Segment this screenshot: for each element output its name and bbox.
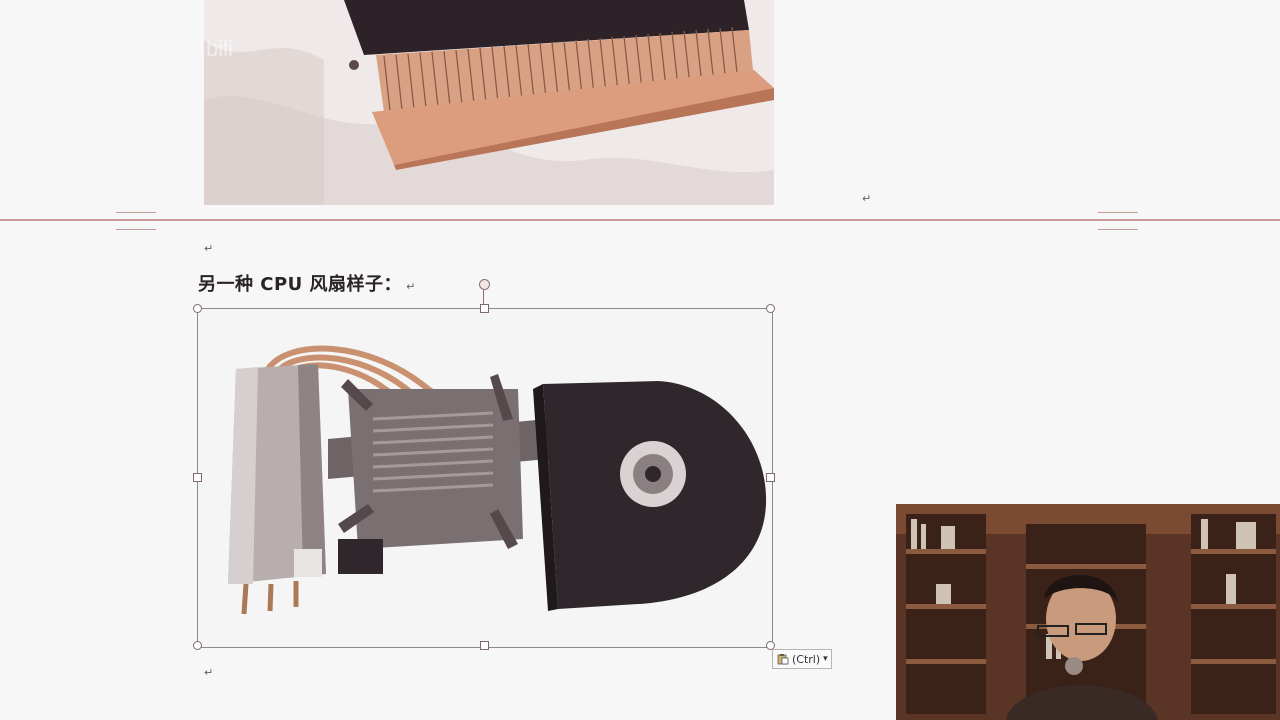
cpu-fan-photo-graphic (198, 309, 772, 647)
webcam-overlay (896, 504, 1280, 720)
paragraph-mark-heading: ↵ (406, 280, 416, 293)
clipboard-icon (777, 653, 789, 665)
svg-text:bili: bili (206, 36, 233, 61)
paragraph-mark-empty-1: ↵ (204, 242, 214, 255)
section-heading-text: 另一种 CPU 风扇样子： (198, 274, 403, 295)
resize-handle-top-right[interactable] (766, 304, 775, 313)
resize-handle-top[interactable] (480, 304, 489, 313)
presenter-video-graphic (896, 504, 1280, 720)
rotate-handle[interactable] (479, 279, 490, 290)
resize-handle-left[interactable] (193, 473, 202, 482)
resize-handle-bottom[interactable] (480, 641, 489, 650)
margin-corner-mark-left (116, 212, 156, 230)
resize-handle-bottom-left[interactable] (193, 641, 202, 650)
paste-options-label: (Ctrl) (792, 652, 821, 666)
paragraph-mark-top: ↵ (862, 192, 872, 205)
cpu-fan-photo-selected[interactable] (197, 308, 773, 648)
section-heading[interactable]: 另一种 CPU 风扇样子： ↵ (198, 270, 416, 296)
heatsink-photo-top[interactable]: bili (204, 0, 774, 205)
paragraph-mark-empty-2: ↵ (204, 666, 214, 679)
heatsink-photo-graphic: bili (204, 0, 774, 205)
page-break-line (0, 219, 1280, 221)
margin-corner-mark-right (1098, 212, 1138, 230)
chevron-down-icon: ▾ (823, 654, 828, 664)
resize-handle-right[interactable] (766, 473, 775, 482)
paste-options-button[interactable]: (Ctrl) ▾ (772, 649, 832, 669)
resize-handle-top-left[interactable] (193, 304, 202, 313)
